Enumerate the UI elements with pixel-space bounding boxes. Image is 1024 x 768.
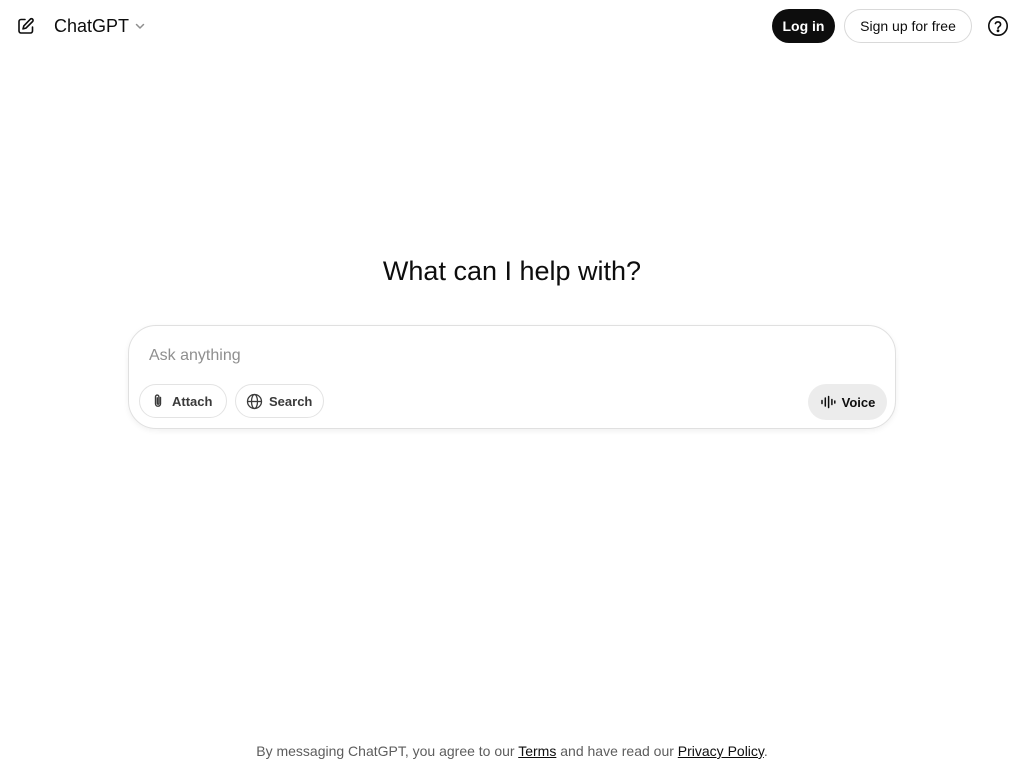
prompt-input[interactable] <box>149 342 869 370</box>
top-bar: ChatGPT Log in Sign up for free <box>0 0 1024 52</box>
footer-text-after: . <box>763 743 768 759</box>
privacy-policy-link[interactable]: Privacy Policy <box>678 743 764 759</box>
chatgpt-home-page: ChatGPT Log in Sign up for free What can… <box>0 0 1024 768</box>
waveform-icon <box>820 394 836 410</box>
search-label: Search <box>269 393 313 409</box>
footer-text-middle: and have read our <box>556 743 678 759</box>
login-button[interactable]: Log in <box>772 9 835 43</box>
attach-label: Attach <box>172 393 213 409</box>
globe-icon <box>246 393 263 410</box>
prompt-composer: Attach Search <box>128 325 896 429</box>
legal-footer: By messaging ChatGPT, you agree to our T… <box>0 743 1024 759</box>
model-name: ChatGPT <box>54 15 130 36</box>
voice-button[interactable]: Voice <box>808 384 887 420</box>
help-icon <box>987 15 1009 37</box>
footer-text-before: By messaging ChatGPT, you agree to our <box>256 743 519 759</box>
page-title: What can I help with? <box>382 256 642 286</box>
help-button[interactable] <box>986 14 1010 38</box>
paperclip-icon <box>150 393 166 409</box>
attach-button[interactable]: Attach <box>139 384 227 418</box>
voice-label: Voice <box>841 394 876 410</box>
terms-link[interactable]: Terms <box>518 743 556 759</box>
chevron-down-icon <box>133 19 147 33</box>
signup-button[interactable]: Sign up for free <box>844 9 972 43</box>
model-switcher[interactable]: ChatGPT <box>48 10 153 42</box>
new-chat-button[interactable] <box>12 12 40 40</box>
new-chat-icon <box>16 16 36 36</box>
search-button[interactable]: Search <box>235 384 324 418</box>
